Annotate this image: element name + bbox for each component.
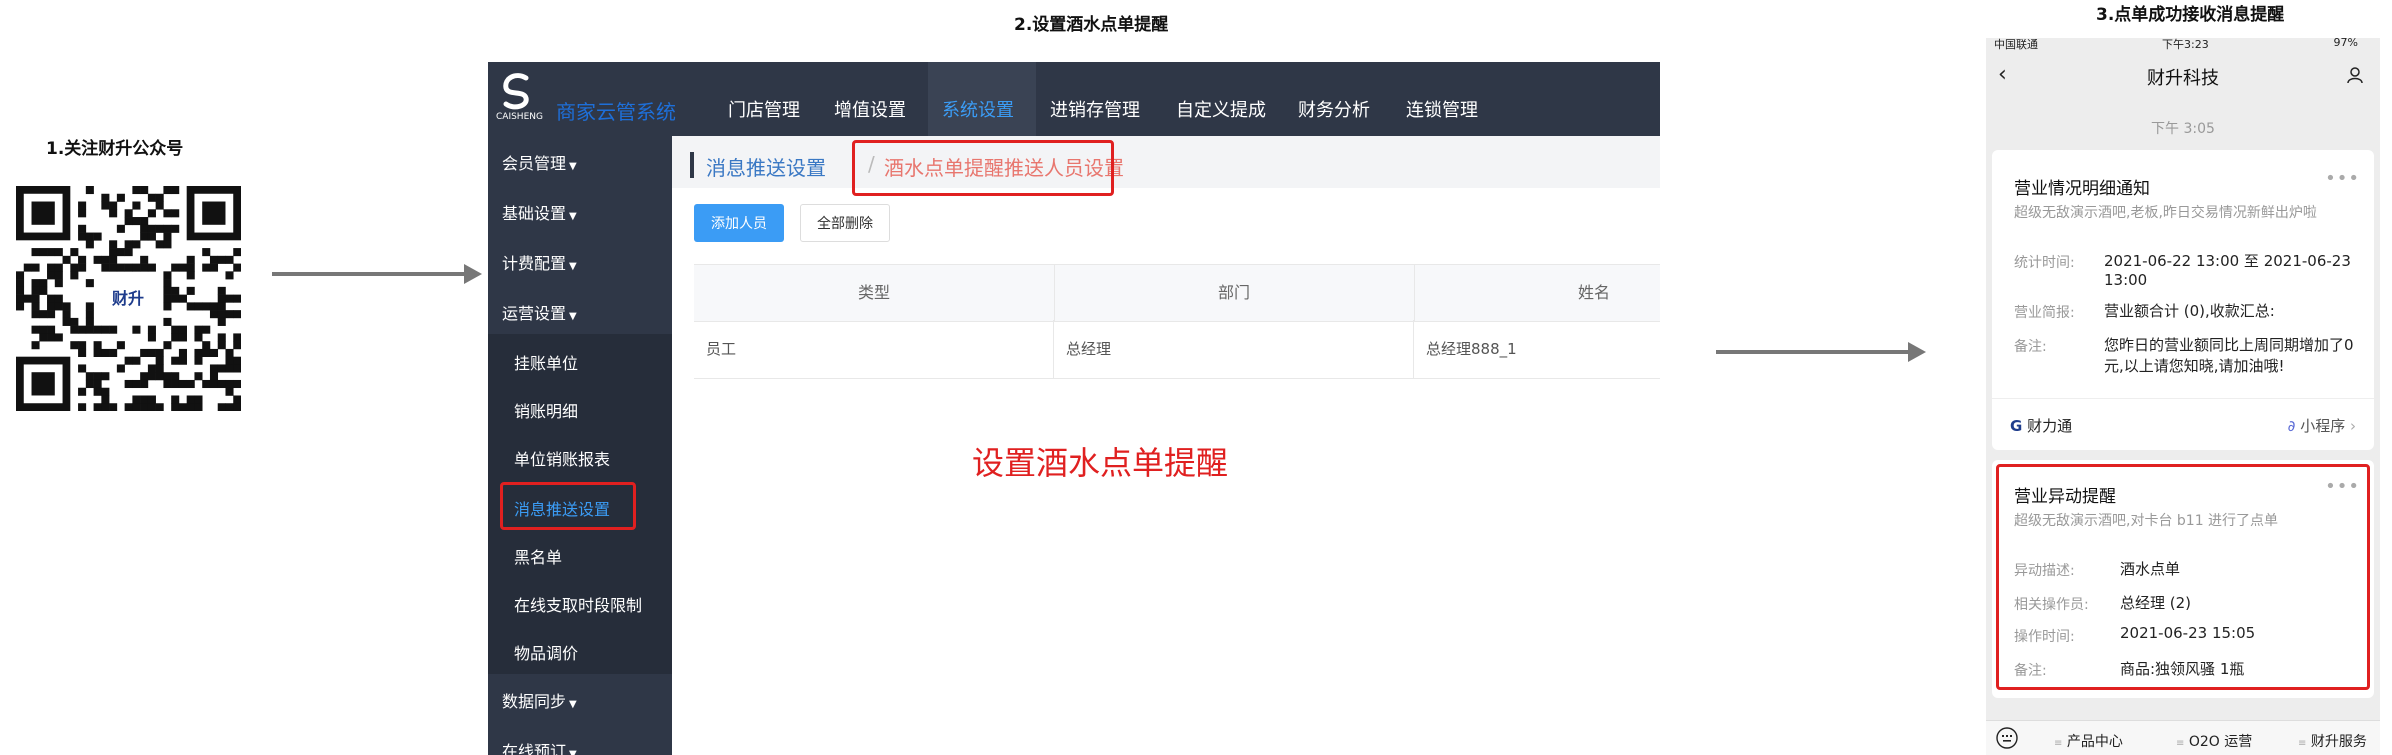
field-value: 2021-06-22 13:00 至 2021-06-23 13:00: [2104, 252, 2351, 289]
field-label: 备注:: [2014, 339, 2047, 355]
breadcrumb-parent[interactable]: 消息推送设置: [706, 152, 826, 181]
sidebar-item-credit-unit[interactable]: 挂账单位: [514, 350, 578, 374]
main-content: 消息推送设置 / 酒水点单提醒推送人员设置 添加人员 全部删除 类型 部门 姓名…: [672, 136, 1660, 755]
breadcrumb: 消息推送设置 / 酒水点单提醒推送人员设置: [672, 136, 1660, 196]
cell-type: 员工: [694, 320, 1054, 378]
sidebar-submenu: 挂账单位 销账明细 单位销账报表 消息推送设置 黑名单 在线支取时段限制 物品调…: [488, 334, 672, 674]
sidebar: 会员管理 ▼ 基础设置 ▼ 计费配置 ▼ 运营设置 ▼ 挂账单位 销账明细 单位销账报表…: [488, 136, 672, 755]
card-footer[interactable]: G 财力通 ∂ 小程序 ›: [1992, 398, 2374, 451]
caret-down-icon: ▼: [569, 749, 577, 755]
mini-program-link[interactable]: ∂ 小程序 ›: [2288, 415, 2356, 436]
chat-header: ‹ 财升科技: [1986, 50, 2380, 100]
highlight-box-breadcrumb: [852, 140, 1114, 196]
more-icon[interactable]: •••: [2325, 168, 2360, 189]
nav-item-chain[interactable]: 连锁管理: [1406, 96, 1478, 122]
highlight-box-sidebar: [500, 482, 636, 530]
menu-item-service[interactable]: ≡ 财升服务: [2298, 731, 2367, 751]
top-nav-bar: CAISHENG 商家云管系统 门店管理 增值设置 系统设置 进销存管理 自定义…: [488, 62, 1660, 136]
caret-down-icon: ▼: [569, 699, 577, 710]
menu-item-o2o[interactable]: ≡ O2O 运营: [2176, 731, 2252, 751]
arrow-right-1: [272, 264, 482, 284]
card-subtitle: 超级无敌演示酒吧,老板,昨日交易情况新鲜出炉啦: [2014, 205, 2317, 221]
sidebar-item-writeoff-detail[interactable]: 销账明细: [514, 398, 578, 422]
logo-caption: CAISHENG: [496, 112, 543, 122]
cell-name: 总经理888_1: [1426, 340, 1517, 358]
table-header: 类型 部门 姓名: [694, 264, 1660, 322]
column-header-name: 姓名: [1577, 283, 1610, 302]
field-value: 您昨日的营业额同比上周同期增加了0元,以上请您知晓,请加油哦!: [2104, 336, 2354, 375]
nav-item-inventory[interactable]: 进销存管理: [1050, 96, 1140, 122]
phone-screenshot: 中国联通 下午3:23 97% ‹ 财升科技 下午 3:05 营业情况明细通知 …: [1986, 38, 2380, 755]
sidebar-item-blacklist[interactable]: 黑名单: [514, 544, 562, 568]
status-bar: 中国联通 下午3:23 97%: [1986, 38, 2380, 51]
field-value: 营业额合计 (0),收款汇总:: [2104, 302, 2275, 320]
link-icon: ∂: [2287, 417, 2296, 435]
sidebar-item-unit-report[interactable]: 单位销账报表: [514, 446, 610, 470]
nav-item-finance[interactable]: 财务分析: [1298, 96, 1370, 122]
caisheng-logo-icon: CAISHENG: [496, 72, 543, 126]
card-title: 营业情况明细通知: [2014, 179, 2150, 199]
footer-app: G 财力通: [2010, 417, 2073, 435]
table-row[interactable]: 员工 总经理 总经理888_1: [694, 320, 1660, 379]
sidebar-group-member[interactable]: 会员管理 ▼: [488, 150, 672, 174]
field-label: 统计时间:: [2014, 255, 2075, 271]
column-header-department: 部门: [1054, 265, 1415, 321]
nav-item-value-added[interactable]: 增值设置: [834, 96, 906, 122]
add-staff-button[interactable]: 添加人员: [694, 204, 784, 242]
nav-item-store[interactable]: 门店管理: [728, 96, 800, 122]
admin-screenshot: CAISHENG 商家云管系统 门店管理 增值设置 系统设置 进销存管理 自定义…: [488, 62, 1660, 755]
sidebar-group-booking[interactable]: 在线预订 ▼: [488, 738, 672, 755]
time-tag: 下午 3:05: [2151, 121, 2215, 137]
cell-department: 总经理: [1054, 320, 1414, 378]
sidebar-group-sync[interactable]: 数据同步 ▼: [488, 688, 672, 712]
message-card-business-summary[interactable]: 营业情况明细通知 ••• 超级无敌演示酒吧,老板,昨日交易情况新鲜出炉啦 统计时…: [1992, 150, 2374, 450]
chevron-right-icon: ›: [2350, 417, 2356, 435]
bottom-menu: ≡ 产品中心 ≡ O2O 运营 ≡ 财升服务: [1986, 720, 2380, 755]
step1-title: 1.关注财升公众号: [46, 139, 184, 159]
nav-item-system[interactable]: 系统设置: [942, 96, 1014, 122]
qr-center-logo: 财升: [111, 289, 144, 308]
sidebar-group-basic[interactable]: 基础设置 ▼: [488, 200, 672, 224]
annotation-text: 设置酒水点单提醒: [972, 444, 1229, 482]
sidebar-item-time-limit[interactable]: 在线支取时段限制: [514, 592, 642, 616]
qr-code: 财升: [16, 186, 241, 411]
caret-down-icon: ▼: [569, 311, 577, 322]
field-label: 营业简报:: [2014, 305, 2075, 321]
sidebar-group-operation[interactable]: 运营设置 ▼: [488, 300, 672, 324]
caret-down-icon: ▼: [569, 161, 577, 172]
sidebar-item-price-adjust[interactable]: 物品调价: [514, 640, 578, 664]
nav-item-commission[interactable]: 自定义提成: [1176, 96, 1266, 122]
delete-all-button[interactable]: 全部删除: [800, 204, 890, 242]
sidebar-group-billing[interactable]: 计费配置 ▼: [488, 250, 672, 274]
brand-name: 商家云管系统: [556, 100, 676, 124]
person-icon[interactable]: [2346, 66, 2364, 88]
column-header-type: 类型: [694, 265, 1055, 321]
highlight-box-alert-card: [1996, 464, 2370, 690]
step2-title: 2.设置酒水点单提醒: [1014, 15, 1169, 35]
battery-text: 97%: [2333, 38, 2358, 49]
caret-down-icon: ▼: [569, 261, 577, 272]
keyboard-icon[interactable]: [1996, 727, 2018, 753]
caili-logo-icon: G: [2010, 417, 2023, 435]
menu-item-products[interactable]: ≡ 产品中心: [2054, 731, 2123, 751]
chat-title: 财升科技: [2147, 68, 2219, 89]
caret-down-icon: ▼: [569, 211, 577, 222]
arrow-right-2: [1716, 342, 1926, 362]
step3-title: 3.点单成功接收消息提醒: [2096, 5, 2285, 25]
